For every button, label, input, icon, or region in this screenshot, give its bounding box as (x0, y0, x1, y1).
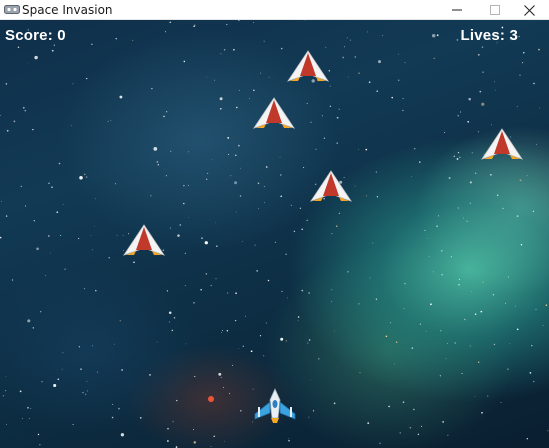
minimize-icon (452, 9, 462, 11)
starfield (0, 20, 549, 448)
game-canvas[interactable]: Score: 0 Lives: 3 (0, 20, 549, 448)
game-window: Space Invasion Score: 0 Lives: 3 (0, 0, 549, 448)
lives-display: Lives: 3 (461, 27, 518, 44)
enemy-ship (481, 128, 523, 160)
score-display: Score: 0 (5, 27, 66, 44)
score-value: 0 (57, 27, 66, 44)
title-bar[interactable]: Space Invasion (0, 0, 549, 20)
enemy-ship (253, 97, 295, 129)
close-button[interactable] (506, 0, 549, 20)
window-title: Space Invasion (22, 3, 113, 17)
enemy-ship (123, 224, 165, 256)
lives-label: Lives: (460, 27, 506, 44)
close-icon (523, 4, 535, 16)
lives-value: 3 (509, 27, 518, 44)
player-ship[interactable] (253, 388, 297, 424)
app-icon (4, 5, 20, 14)
score-label: Score: (5, 27, 53, 44)
enemy-ship (310, 170, 352, 202)
enemy-ship (287, 50, 329, 82)
maximize-icon (490, 5, 500, 15)
